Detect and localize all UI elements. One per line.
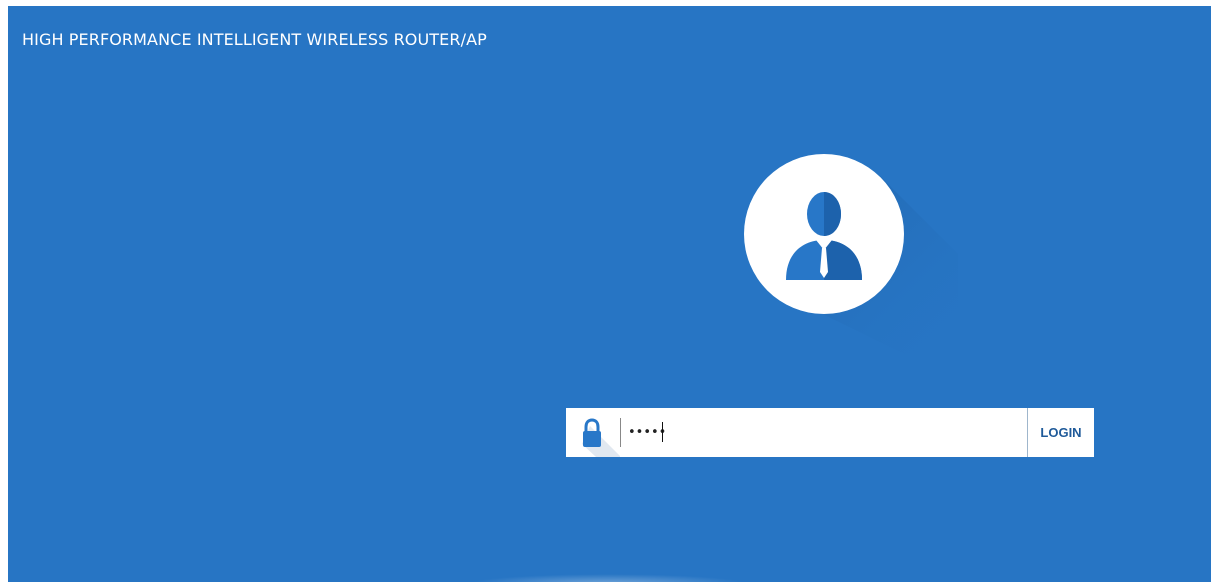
password-input[interactable] <box>628 418 1018 447</box>
login-button[interactable]: LOGIN <box>1028 408 1094 457</box>
lock-icon <box>566 408 620 457</box>
input-divider <box>620 418 621 447</box>
login-page: HIGH PERFORMANCE INTELLIGENT WIRELESS RO… <box>8 6 1211 582</box>
user-avatar-icon <box>744 154 984 374</box>
text-caret <box>662 422 663 442</box>
bottom-glow <box>468 574 748 582</box>
page-title: HIGH PERFORMANCE INTELLIGENT WIRELESS RO… <box>22 30 487 49</box>
login-form: LOGIN <box>566 408 1094 457</box>
